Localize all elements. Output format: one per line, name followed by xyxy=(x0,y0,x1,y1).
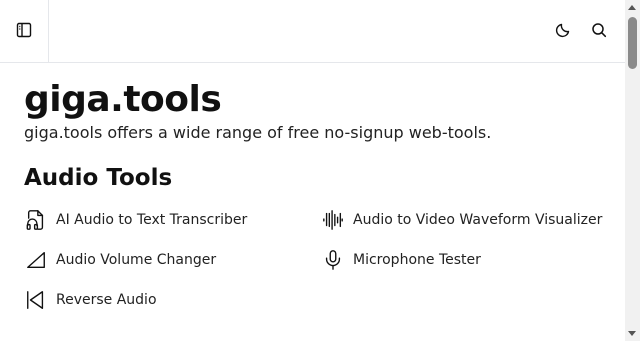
tool-label: Audio to Video Waveform Visualizer xyxy=(353,212,603,228)
microphone-icon xyxy=(321,248,345,272)
section-title: Audio Tools xyxy=(24,165,173,191)
scroll-down-arrow-icon[interactable] xyxy=(628,331,636,336)
search-button[interactable] xyxy=(589,22,609,42)
vertical-scrollbar[interactable] xyxy=(625,0,640,341)
tool-label: Microphone Tester xyxy=(353,252,481,268)
tool-label: Reverse Audio xyxy=(56,292,157,308)
tool-link-reverse-audio[interactable]: Reverse Audio xyxy=(24,288,321,312)
audio-file-icon xyxy=(24,208,48,232)
top-actions xyxy=(553,0,609,63)
tool-link-audio-volume-changer[interactable]: Audio Volume Changer xyxy=(24,248,321,272)
tool-link-ai-audio-to-text-transcriber[interactable]: AI Audio to Text Transcriber xyxy=(24,208,321,232)
reverse-play-icon xyxy=(24,288,48,312)
main-content: giga.tools giga.tools offers a wide rang… xyxy=(24,78,614,309)
scroll-up-arrow-icon[interactable] xyxy=(628,5,636,10)
scrollbar-thumb[interactable] xyxy=(628,17,637,69)
sidebar-toggle-button[interactable] xyxy=(0,0,49,63)
search-icon xyxy=(591,22,607,42)
tool-list: AI Audio to Text Transcriber Audio to Vi… xyxy=(24,208,624,312)
page-description: giga.tools offers a wide range of free n… xyxy=(24,123,492,142)
page-title: giga.tools xyxy=(24,79,222,120)
tool-link-audio-to-video-waveform-visualizer[interactable]: Audio to Video Waveform Visualizer xyxy=(321,208,618,232)
moon-icon xyxy=(555,22,571,42)
sidebar-toggle-icon xyxy=(16,22,32,42)
theme-toggle-button[interactable] xyxy=(553,22,573,42)
top-bar xyxy=(0,0,625,63)
tool-label: AI Audio to Text Transcriber xyxy=(56,212,248,228)
tool-link-microphone-tester[interactable]: Microphone Tester xyxy=(321,248,618,272)
volume-wedge-icon xyxy=(24,248,48,272)
waveform-icon xyxy=(321,208,345,232)
tool-label: Audio Volume Changer xyxy=(56,252,217,268)
